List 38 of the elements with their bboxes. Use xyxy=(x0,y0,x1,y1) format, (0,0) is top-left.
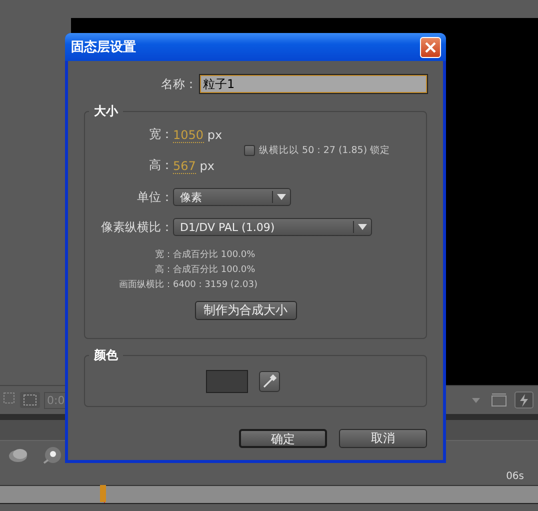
time-ruler[interactable] xyxy=(0,485,538,504)
safe-margins-icon[interactable] xyxy=(19,391,41,409)
width-value[interactable]: 1050 xyxy=(173,128,204,142)
field-label: 像素纵横比： xyxy=(101,218,173,236)
close-button[interactable] xyxy=(420,36,441,58)
field-label: 名称： xyxy=(161,76,197,92)
field-label: 高： xyxy=(149,157,173,174)
field-label: 单位： xyxy=(137,188,173,206)
make-comp-size-button[interactable]: 制作为合成大小 xyxy=(194,301,296,320)
unit-label: px xyxy=(207,128,222,142)
group-title: 颜色 xyxy=(89,347,123,364)
dialog-title: 固态层设置 xyxy=(71,39,137,56)
checkbox-label: 纵横比以 50 : 27 (1.85) 锁定 xyxy=(259,144,390,156)
eyedropper-button[interactable] xyxy=(258,371,280,392)
group-title: 大小 xyxy=(89,103,123,120)
info-label: 高： xyxy=(155,264,173,276)
info-value: 合成百分比 100.0% xyxy=(173,264,256,276)
info-label: 宽： xyxy=(155,248,173,261)
dialog-button[interactable]: 取消 xyxy=(339,429,427,448)
dropdown[interactable]: D1/DV PAL (1.09) xyxy=(173,218,372,236)
caret-icon xyxy=(277,194,286,200)
ruler-label: 06s xyxy=(506,471,524,484)
unit-label: px xyxy=(200,158,214,172)
info-value: 6400 : 3159 (2.03) xyxy=(173,280,258,290)
dialog-button[interactable]: 确定 xyxy=(239,429,327,448)
caret-icon xyxy=(358,224,367,230)
field-label: 宽： xyxy=(149,126,173,143)
frame-icon[interactable] xyxy=(490,392,508,408)
info-label: 画面纵横比： xyxy=(119,278,173,291)
height-value[interactable]: 567 xyxy=(173,158,196,174)
info-value: 合成百分比 100.0% xyxy=(173,248,256,261)
close-icon xyxy=(425,42,436,52)
name-field[interactable]: 粒子1 xyxy=(200,75,427,93)
eyedropper-icon xyxy=(262,374,276,389)
dropdown[interactable]: 像素 xyxy=(173,188,291,206)
color-swatch[interactable] xyxy=(206,370,248,393)
lightning-icon[interactable] xyxy=(514,391,534,409)
checkbox[interactable] xyxy=(244,144,255,156)
